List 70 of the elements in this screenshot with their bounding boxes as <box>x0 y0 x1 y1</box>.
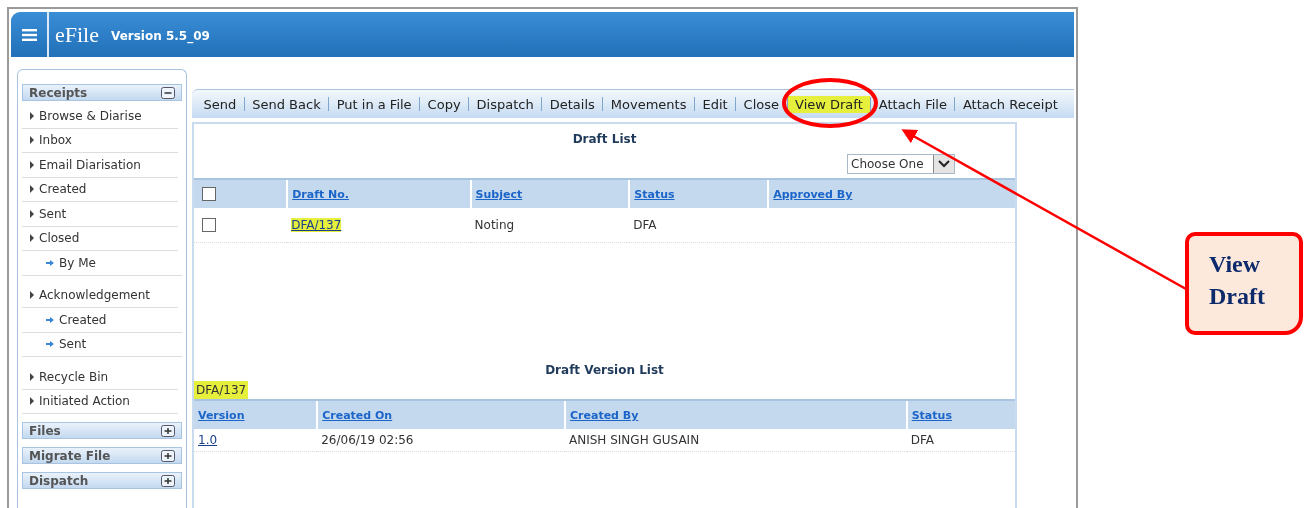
section-header[interactable]: Receipts <box>22 84 182 101</box>
version-label: Version 5.5_09 <box>111 29 210 43</box>
sidebar-item[interactable]: Browse & Diarise <box>22 104 178 129</box>
bullet-icon <box>46 341 54 348</box>
toolbar-link[interactable]: Send Back <box>244 95 329 113</box>
table-cell: ANISH SINGH GUSAIN <box>569 433 700 447</box>
sidebar-item[interactable]: Recycle Bin <box>22 365 178 390</box>
toolbar-link[interactable]: Copy <box>420 95 469 113</box>
section-title: Draft List <box>571 131 638 146</box>
triangle-icon <box>30 234 34 243</box>
table-cell: 26/06/19 02:56 <box>321 433 414 447</box>
toolbar-link[interactable]: View Draft <box>787 95 871 113</box>
column-header[interactable]: Status <box>911 409 952 422</box>
sidebar-item[interactable]: Created <box>22 177 178 202</box>
menu-icon[interactable] <box>21 28 37 41</box>
table-cell: DFA <box>910 433 934 447</box>
expand-icon[interactable] <box>161 449 175 462</box>
section-header[interactable]: Files <box>22 422 182 439</box>
triangle-icon <box>30 185 34 194</box>
column-header[interactable]: Approved By <box>773 188 853 201</box>
bullet-icon <box>46 259 54 266</box>
section-header[interactable]: Migrate File <box>22 447 182 464</box>
sidebar-item[interactable]: Initiated Action <box>22 389 178 414</box>
column-header[interactable]: Created On <box>322 409 393 422</box>
toolbar-link[interactable]: Send <box>196 95 244 113</box>
toolbar-link[interactable]: Edit <box>694 95 736 113</box>
app-title: eFile <box>55 21 99 48</box>
toolbar-link[interactable]: Attach Receipt <box>955 95 1066 113</box>
table-cell: DFA <box>633 218 657 232</box>
triangle-icon <box>30 209 34 218</box>
sidebar-item[interactable]: Closed <box>22 226 178 251</box>
chevron-icon <box>938 160 950 168</box>
sidebar-item[interactable]: Sent <box>22 332 182 357</box>
triangle-icon <box>30 291 34 300</box>
sidebar-item[interactable]: Email Diarisation <box>22 153 178 178</box>
column-header[interactable]: Draft No. <box>292 188 349 201</box>
triangle-icon <box>30 397 34 406</box>
toolbar-link[interactable]: Dispatch <box>469 95 542 113</box>
toolbar-link[interactable]: Details <box>542 95 603 113</box>
triangle-icon <box>30 111 34 120</box>
table-cell: Noting <box>474 218 515 232</box>
section-header[interactable]: Dispatch <box>22 472 182 489</box>
triangle-icon <box>30 136 34 145</box>
draft-number: DFA/137 <box>194 381 249 399</box>
sidebar-item[interactable]: Sent <box>22 202 178 227</box>
toolbar-link[interactable]: Close <box>736 95 787 113</box>
expand-icon[interactable] <box>161 474 175 487</box>
checkbox[interactable] <box>202 218 216 232</box>
sidebar-item[interactable]: By Me <box>22 251 182 276</box>
sidebar-item[interactable]: Created <box>22 308 182 333</box>
toolbar-link[interactable]: Attach File <box>871 95 955 113</box>
collapse-icon[interactable] <box>161 86 175 99</box>
toolbar-link[interactable]: Movements <box>603 95 694 113</box>
callout-label: View Draft <box>1185 232 1303 335</box>
expand-icon[interactable] <box>161 424 175 437</box>
column-header[interactable]: Subject <box>475 188 523 201</box>
draft-link[interactable]: DFA/137 <box>291 218 342 232</box>
column-header[interactable]: Version <box>198 409 245 422</box>
toolbar-link[interactable]: Put in a File <box>329 95 420 113</box>
version-link[interactable]: 1.0 <box>198 433 218 447</box>
sidebar-item[interactable]: Acknowledgement <box>22 283 178 308</box>
bullet-icon <box>46 316 54 323</box>
triangle-icon <box>30 372 34 381</box>
column-header[interactable]: Status <box>634 188 675 201</box>
checkbox[interactable] <box>202 187 216 201</box>
section-title: Draft Version List <box>544 362 665 377</box>
column-header[interactable]: Created By <box>570 409 639 422</box>
dropdown[interactable]: Choose One <box>847 154 955 174</box>
sidebar-item[interactable]: Inbox <box>22 128 178 153</box>
triangle-icon <box>30 160 34 169</box>
